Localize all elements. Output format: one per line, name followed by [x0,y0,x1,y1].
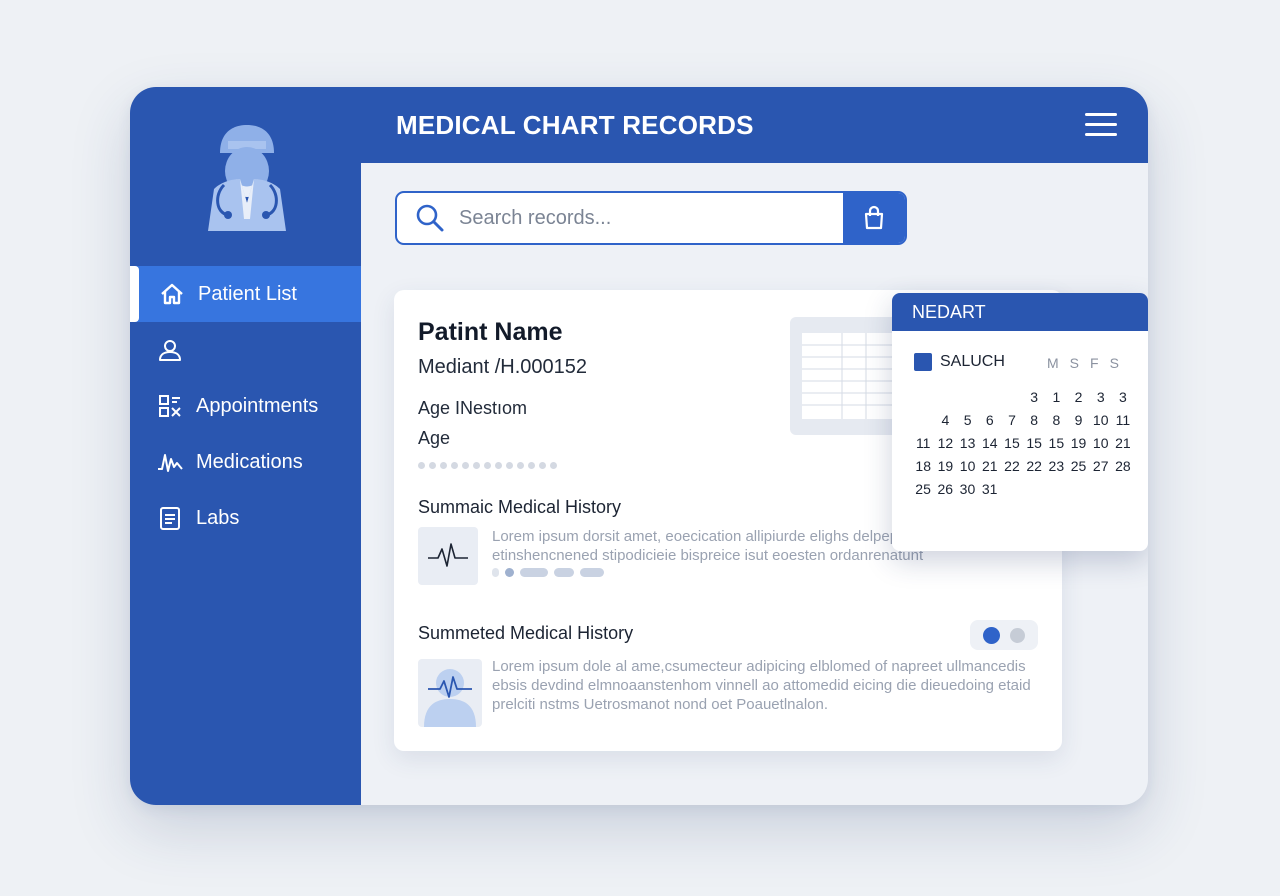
calendar-grid-icon [156,392,184,420]
patient-name: Patint Name [418,318,563,346]
calendar-day[interactable]: 22 [1023,458,1045,481]
calendar-day[interactable]: 3 [1112,389,1134,412]
calendar-day[interactable]: 31 [979,481,1001,504]
calendar-header: NEDART [892,293,1148,331]
calendar-popup: NEDART SALUCH M S F S 3 1 2 3 3 4 5 6 7 [892,293,1148,551]
calendar-week: 18 19 10 21 22 22 23 25 27 28 [912,458,1134,481]
sidebar-item-medications[interactable]: Medications [130,434,361,490]
calendar-color-swatch [914,353,932,371]
history-tags [492,568,604,577]
calendar-day[interactable]: 1 [1045,389,1067,412]
bag-icon [864,205,884,230]
sidebar-item-label: Patient List [198,282,297,305]
heartbeat-icon [418,527,478,585]
calendar-week: 3 1 2 3 3 [912,389,1134,412]
calendar-week: 25 26 30 31 [912,481,1134,504]
calendar-day[interactable]: 15 [1023,435,1045,458]
calendar-day[interactable]: 7 [1001,412,1023,435]
calendar-day[interactable]: 10 [1090,435,1112,458]
calendar-day[interactable]: 12 [934,435,956,458]
calendar-subtitle-label: SALUCH [940,353,1005,370]
calendar-day[interactable]: 6 [979,412,1001,435]
search-bar [395,191,907,245]
clipboard-icon [156,504,184,532]
calendar-day[interactable]: 15 [1045,435,1067,458]
calendar-day[interactable]: 18 [912,458,934,481]
top-header: MEDICAL CHART RECORDS [361,87,1148,163]
doctor-logo-icon [200,119,294,235]
search-button[interactable] [843,193,905,243]
calendar-day[interactable]: 14 [979,435,1001,458]
page-title: MEDICAL CHART RECORDS [396,109,754,140]
weekday-label: S [1069,355,1080,371]
calendar-day[interactable]: 9 [1067,412,1089,435]
calendar-subtitle: SALUCH [914,353,1005,371]
pulse-icon [156,448,184,476]
calendar-day[interactable]: 3 [1090,389,1112,412]
history-section-title: Summeted Medical History [418,623,634,643]
age-value: Age [418,428,451,448]
sidebar-item-label: Appointments [196,394,319,417]
calendar-day[interactable]: 8 [1023,412,1045,435]
calendar-grid: 3 1 2 3 3 4 5 6 7 8 8 9 10 11 11 12 13 1… [912,389,1134,504]
age-label: Age INestıom [418,398,528,418]
calendar-day[interactable]: 4 [934,412,956,435]
user-icon [156,336,184,364]
search-icon [416,204,444,232]
calendar-day[interactable]: 11 [1112,412,1134,435]
calendar-day[interactable]: 27 [1090,458,1112,481]
calendar-week: 4 5 6 7 8 8 9 10 11 [912,412,1134,435]
calendar-day[interactable]: 30 [956,481,978,504]
calendar-week: 11 12 13 14 15 15 15 19 10 21 [912,435,1134,458]
calendar-day[interactable]: 11 [912,435,934,458]
calendar-day[interactable]: 10 [1090,412,1112,435]
calendar-day[interactable]: 21 [979,458,1001,481]
weekday-label: M [1047,355,1059,371]
calendar-day[interactable]: 3 [1023,389,1045,412]
weekday-label: S [1109,355,1119,371]
sidebar-item-appointments[interactable]: Appointments [130,378,361,434]
calendar-day[interactable]: 5 [957,412,979,435]
patient-id: Mediant /H.000152 [418,356,588,378]
sidebar-item-profile[interactable] [130,322,361,378]
placeholder-dots [418,462,557,469]
calendar-day[interactable]: 26 [934,481,956,504]
history-section-title: Summaic Medical History [418,497,622,517]
sidebar-item-label: Labs [196,506,240,529]
history-text: Lorem ipsum dole al ame,csumecteur adipi… [492,658,1031,713]
sidebar: Patient List Appointments Medications La… [130,87,361,805]
sidebar-item-label: Medications [196,450,303,473]
home-icon [158,280,186,308]
calendar-day[interactable]: 21 [1112,435,1134,458]
calendar-day[interactable]: 8 [1045,412,1067,435]
view-toggle[interactable] [970,620,1038,650]
weekday-label: F [1090,355,1099,371]
calendar-day[interactable]: 19 [934,458,956,481]
sidebar-nav: Patient List Appointments Medications La… [130,266,361,546]
calendar-day[interactable]: 15 [1001,435,1023,458]
calendar-day[interactable]: 28 [1112,458,1134,481]
calendar-day[interactable]: 25 [912,481,934,504]
sidebar-item-labs[interactable]: Labs [130,490,361,546]
calendar-day[interactable]: 2 [1067,389,1089,412]
patient-vitals-icon [418,659,482,727]
calendar-day[interactable]: 23 [1045,458,1067,481]
hamburger-menu-icon[interactable] [1085,113,1117,137]
calendar-weekdays: M S F S [1047,355,1119,371]
calendar-day[interactable]: 13 [957,435,979,458]
search-input[interactable] [459,206,839,230]
calendar-day[interactable]: 19 [1067,435,1089,458]
calendar-day[interactable]: 10 [957,458,979,481]
calendar-day[interactable]: 25 [1067,458,1089,481]
calendar-day[interactable]: 22 [1001,458,1023,481]
sidebar-item-patient-list[interactable]: Patient List [130,266,361,322]
app-window: Patient List Appointments Medications La… [130,87,1148,805]
